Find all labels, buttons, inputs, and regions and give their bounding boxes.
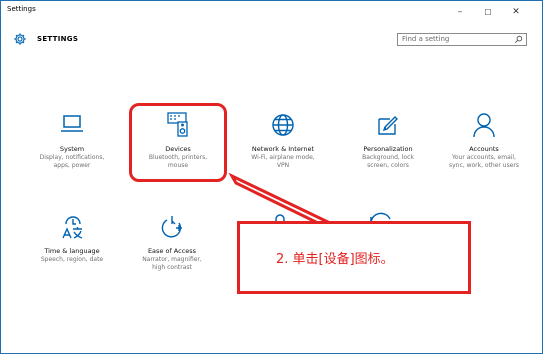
tile-network-internet[interactable]: Network & Internet Wi-Fi, airplane mode,… (233, 112, 333, 182)
instruction-callout: 2. 单击[设备]图标。 (237, 221, 471, 294)
tile-subtitle: Display, notifications, apps, power (39, 154, 105, 169)
tile-system[interactable]: System Display, notifications, apps, pow… (22, 112, 122, 182)
ease-of-access-icon (161, 216, 182, 238)
gear-icon (14, 33, 26, 45)
tile-title: System (59, 145, 85, 153)
laptop-icon (61, 115, 83, 132)
window-title: Settings (7, 5, 36, 13)
language-icon (62, 216, 83, 239)
tile-title: Accounts (469, 145, 499, 153)
settings-header: SETTINGS Find a setting (1, 29, 542, 53)
paint-icon (378, 116, 398, 135)
devices-highlight-frame (129, 103, 227, 182)
close-button[interactable]: ✕ (502, 1, 530, 23)
tile-title: Network & Internet (251, 145, 315, 153)
tile-title: Time & language (44, 247, 100, 255)
tile-title: Ease of Access (147, 247, 197, 255)
tile-personalization[interactable]: Personalization Background, lock screen,… (338, 112, 438, 182)
maximize-button[interactable]: ☐ (474, 1, 502, 23)
tile-time-language[interactable]: Time & language Speech, region, date (22, 214, 122, 284)
title-bar: Settings – ☐ ✕ (1, 1, 542, 23)
search-placeholder: Find a setting (402, 35, 450, 43)
globe-icon (272, 114, 294, 136)
tile-title: Personalization (363, 145, 413, 153)
callout-text: 2. 单击[设备]图标。 (276, 252, 394, 267)
tile-subtitle: Wi-Fi, airplane mode, VPN (251, 154, 315, 169)
tile-subtitle: Narrator, magnifier, high contrast (142, 256, 202, 271)
minimize-button[interactable]: – (446, 1, 474, 23)
settings-window: Settings – ☐ ✕ SETTINGS Find a setting S… (0, 0, 543, 354)
settings-heading: SETTINGS (37, 35, 79, 43)
tile-ease-of-access[interactable]: Ease of Access Narrator, magnifier, high… (122, 214, 222, 284)
tile-subtitle: Your accounts, email, sync, work, other … (448, 154, 520, 169)
search-icon (515, 35, 523, 43)
search-input[interactable]: Find a setting (397, 33, 527, 46)
tile-subtitle: Speech, region, date (40, 256, 104, 263)
tile-accounts[interactable]: Accounts Your accounts, email, sync, wor… (434, 112, 534, 182)
person-icon (473, 113, 495, 138)
tile-subtitle: Background, lock screen, colors (362, 154, 414, 169)
